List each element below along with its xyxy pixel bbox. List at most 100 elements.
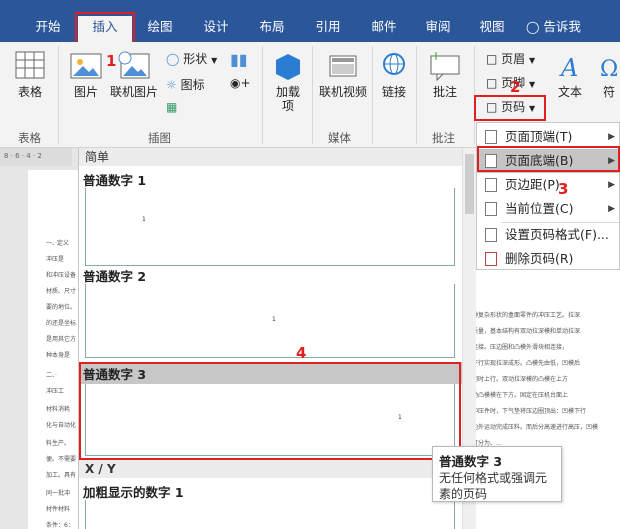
header-label: 页眉 [501, 52, 526, 66]
svg-text:A: A [559, 54, 578, 82]
svg-text:Ω: Ω [600, 57, 618, 82]
ruler-ticks: 8 · 6 · 4 · 2 [4, 152, 42, 160]
tab-layout[interactable]: 布局 [252, 16, 292, 40]
document-text-line: 种本身是 [46, 352, 71, 359]
menu-item-page-margins[interactable]: 页边距(P) ▶ [477, 173, 620, 197]
page-number-menu: 页面顶端(T) ▶ 页面底端(B) ▶ 页边距(P) ▶ 当前位置(C) ▶ 设… [476, 122, 620, 270]
gallery-item-bold-number-1[interactable] [85, 500, 455, 529]
title-bar [0, 0, 620, 10]
document-text-line: 一、·定义 [46, 240, 69, 247]
tab-view[interactable]: 视图 [472, 16, 512, 40]
icons-button[interactable]: ☼ 图标 [166, 76, 205, 93]
text-label: 文本 [557, 85, 582, 99]
document-text-line: 二、· [46, 372, 57, 379]
group-separator [372, 46, 373, 144]
tell-me-search[interactable]: ◯ 告诉我 [526, 16, 590, 40]
annotation-4: 4 [296, 344, 307, 362]
group-label-comments: 批注 [432, 131, 455, 145]
ribbon-tab-bar: 开始 插入 绘图 设计 布局 引用 邮件 审阅 视图 ◯ 告诉我 [0, 10, 620, 44]
comment-button[interactable]: + 批注 [420, 49, 470, 99]
page-number-gallery: 简单 普通数字 1 1 普通数字 2 1 普通数字 3 1 X / Y 加粗显示… [78, 148, 463, 529]
group-separator [58, 46, 59, 144]
tab-draw[interactable]: 绘图 [140, 16, 180, 40]
table-icon [15, 51, 45, 79]
symbol-button[interactable]: Ω 符 [598, 50, 620, 99]
table-label: 表格 [17, 85, 42, 99]
link-icon [383, 53, 405, 75]
document-text-line: 质量，基本结构有双动拉深模和单动拉深 [472, 328, 581, 335]
document-text-line: 便。不需要 [46, 456, 77, 463]
document-text-line: 和冲压设备 [46, 272, 77, 279]
tab-mailings[interactable]: 邮件 [364, 16, 404, 40]
chevron-right-icon: ▶ [608, 156, 615, 166]
scrollbar-thumb[interactable] [465, 154, 474, 214]
tab-insert[interactable]: 插入 [78, 16, 132, 44]
gallery-item-plain-number-1[interactable]: 1 [85, 188, 455, 266]
picture-label: 图片 [73, 85, 98, 99]
addins-icon [276, 54, 300, 80]
menu-item-remove-page-numbers[interactable]: 删除页码(R) [477, 247, 620, 271]
page-number-preview: 1 [398, 414, 402, 421]
table-button[interactable]: 表格 [10, 50, 50, 99]
menu-item-label: 页面底端(B) [505, 153, 574, 168]
comment-label: 批注 [432, 85, 457, 99]
shapes-button[interactable]: ◯ 形状 ▼ [166, 50, 217, 67]
menu-item-bottom-of-page[interactable]: 页面底端(B) ▶ [477, 149, 620, 173]
text-button[interactable]: A 文本 [552, 50, 588, 99]
group-separator [474, 46, 475, 144]
gallery-section-xy: X / Y [79, 460, 463, 478]
document-text-line: 冲压是 [46, 256, 65, 263]
shapes-icon: ◯ [166, 52, 180, 66]
gallery-item-title: 普通数字 1 [83, 173, 147, 188]
header-button[interactable]: □ 页眉 ▼ [486, 50, 535, 67]
document-text-line: 料生产。 [46, 440, 71, 447]
tab-home[interactable]: 开始 [26, 16, 70, 40]
online-video-button[interactable]: 联机视频 [316, 50, 370, 99]
menu-item-format-page-numbers[interactable]: 设置页码格式(F)... [477, 223, 620, 247]
page-number-preview: 1 [272, 316, 276, 323]
picture-button[interactable]: 图片 [66, 50, 106, 99]
document-text-line: 冲压件时，下气垫将压边圈顶出：凹模下行 [472, 408, 587, 415]
gallery-item-plain-number-2[interactable]: 1 [85, 284, 455, 358]
link-label: 链接 [381, 85, 406, 99]
annotation-1: 1 [106, 52, 117, 70]
document-text-line: 是用其它方 [46, 336, 77, 343]
document-text-line: 连接。压边圈和凸模外滑块相连接， [472, 344, 569, 351]
chevron-down-icon: ▼ [529, 56, 536, 65]
camera-icon: ◉+ [230, 76, 251, 90]
group-separator [262, 46, 263, 144]
menu-item-label: 设置页码格式(F)... [505, 227, 609, 242]
gallery-item-plain-number-3[interactable]: 1 [85, 384, 455, 456]
page-number-button[interactable]: □ 页码 ▼ [486, 98, 535, 115]
group-label-media: 媒体 [328, 131, 351, 145]
menu-item-current-position[interactable]: 当前位置(C) ▶ [477, 197, 620, 221]
tab-references[interactable]: 引用 [308, 16, 348, 40]
chevron-right-icon: ▶ [608, 204, 615, 214]
smartart-icon: ▦ [166, 100, 178, 114]
chart-icon: ▮▮ [230, 50, 248, 69]
video-icon [329, 55, 357, 77]
document-text-line: 条件：6： [46, 522, 74, 529]
page-number-icon: □ [486, 100, 498, 114]
smartart-button[interactable]: ▦ [166, 100, 177, 114]
gallery-item-title: 普通数字 3 [83, 367, 147, 382]
annotation-3: 3 [558, 180, 569, 198]
tab-review[interactable]: 审阅 [418, 16, 458, 40]
gallery-item-title: 普通数字 2 [83, 269, 147, 284]
addins-button[interactable]: 加载 项 [268, 50, 308, 113]
document-text-line: 材件材料 [46, 506, 71, 513]
tab-design[interactable]: 设计 [196, 16, 236, 40]
addins-label: 加载 项 [275, 85, 300, 113]
link-button[interactable]: 链接 [376, 50, 412, 99]
document-text-line: 材质、尺寸 [46, 288, 77, 295]
screenshot-button[interactable]: ◉+ [230, 76, 251, 90]
online-picture-icon [118, 51, 150, 79]
omega-icon: Ω [600, 57, 618, 82]
text-icon: A [559, 54, 578, 82]
document-text-line: 向外运动完成压料。而后分高速进行高压，凹模 [472, 424, 599, 431]
menu-item-top-of-page[interactable]: 页面顶端(T) ▶ [477, 125, 620, 149]
page-icon [485, 130, 497, 144]
chevron-down-icon: ▼ [529, 104, 536, 113]
chart-button[interactable]: ▮▮ [230, 50, 248, 69]
gallery-item-title: 加粗显示的数字 1 [83, 485, 184, 500]
